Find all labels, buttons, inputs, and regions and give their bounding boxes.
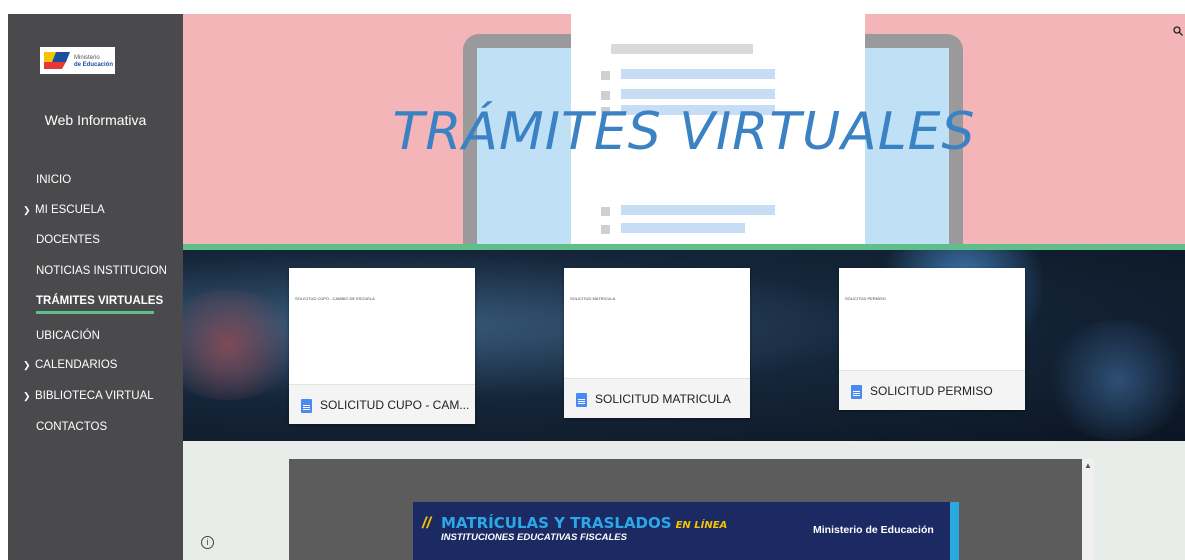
card-preview-text: SOLICITUD MATRICULA [570, 296, 616, 301]
banner-subtitle: INSTITUCIONES EDUCATIVAS FISCALES [441, 532, 627, 543]
site-title[interactable]: Web Informativa [8, 112, 183, 128]
embed-section: i ▲ // MATRÍCULAS Y TRASLADOS EN LÍNEA IN… [183, 441, 1185, 560]
doc-bullet [601, 71, 610, 80]
chevron-down-icon: ❯ [23, 360, 31, 370]
matriculas-banner: // MATRÍCULAS Y TRASLADOS EN LÍNEA INSTIT… [413, 502, 959, 560]
doc-line [621, 223, 745, 233]
embed-scrollbar[interactable]: ▲ [1082, 459, 1094, 560]
nav-item-label: BIBLIOTECA VIRTUAL [35, 390, 154, 402]
nav-item-biblioteca-virtual[interactable]: ❯ BIBLIOTECA VIRTUAL [23, 390, 154, 402]
form-card-solicitud-permiso[interactable]: SOLICITUD PERMISO SOLICITUD PERMISO [839, 268, 1025, 410]
google-docs-icon [301, 399, 312, 413]
logo-text-line-1: Ministerio [74, 55, 100, 61]
nav-item-label: CALENDARIOS [35, 359, 118, 371]
form-card-solicitud-matricula[interactable]: SOLICITUD MATRICULA SOLICITUD MATRICULA [564, 268, 750, 418]
doc-bullet [601, 91, 610, 100]
form-card-solicitud-cupo[interactable]: SOLICITUD CUPO - CAMBIO DE ESCUELA SOLIC… [289, 268, 475, 424]
nav-item-mi-escuela[interactable]: ❯ MI ESCUELA [23, 204, 105, 216]
nav-item-noticias-institucion[interactable]: NOTICIAS INSTITUCION [36, 265, 167, 277]
banner-accent-stripe [950, 502, 959, 560]
card-label: SOLICITUD CUPO - CAM... [320, 398, 470, 412]
main-content: TRÁMITES VIRTUALES SOLICITUD CUPO - CAMB… [183, 14, 1185, 560]
banner-title: MATRÍCULAS Y TRASLADOS EN LÍNEA [441, 514, 727, 532]
doc-line [621, 205, 775, 215]
card-footer: SOLICITUD PERMISO [839, 370, 1025, 410]
chevron-down-icon: ❯ [23, 391, 31, 401]
bokeh-light [1043, 320, 1185, 440]
cards-section: SOLICITUD CUPO - CAMBIO DE ESCUELA SOLIC… [183, 250, 1185, 441]
page-title: TRÁMITES VIRTUALES [392, 102, 976, 162]
top-strip [0, 0, 1185, 14]
google-docs-icon [851, 385, 862, 399]
doc-bullet [601, 225, 610, 234]
google-docs-icon [576, 393, 587, 407]
ecuador-flag-icon [44, 52, 70, 69]
doc-line [621, 89, 775, 99]
banner-title-main: MATRÍCULAS Y TRASLADOS [441, 514, 672, 532]
card-label: SOLICITUD PERMISO [870, 384, 993, 398]
nav-item-docentes[interactable]: DOCENTES [36, 234, 100, 246]
doc-bullet [601, 207, 610, 216]
chevron-down-icon: ❯ [23, 205, 31, 215]
info-icon[interactable]: i [201, 536, 214, 549]
bokeh-light [183, 290, 303, 400]
nav-item-label: MI ESCUELA [35, 204, 105, 216]
doc-heading-bar [611, 44, 753, 54]
card-preview-text: SOLICITUD CUPO - CAMBIO DE ESCUELA [295, 296, 375, 301]
sidebar: Ministerio de Educación Web Informativa … [8, 14, 183, 560]
hero-banner: TRÁMITES VIRTUALES [183, 14, 1185, 244]
nav-item-inicio[interactable]: INICIO [36, 174, 71, 186]
banner-slash-mark: // [422, 515, 431, 532]
nav-item-calendarios[interactable]: ❯ CALENDARIOS [23, 359, 117, 371]
nav-item-ubicacion[interactable]: UBICACIÓN [36, 330, 100, 342]
card-preview-text: SOLICITUD PERMISO [845, 296, 886, 301]
logo-text-line-2: de Educación [74, 62, 114, 68]
banner-ministry-text: Ministerio de Educación [813, 524, 934, 536]
banner-title-tail: EN LÍNEA [675, 520, 728, 531]
nav-item-tramites-virtuales[interactable]: TRÁMITES VIRTUALES [36, 295, 163, 307]
search-icon[interactable] [1173, 26, 1183, 36]
logo-text: Ministerio de Educación [74, 55, 113, 69]
active-nav-indicator [36, 311, 154, 314]
doc-line [621, 69, 775, 79]
card-footer: SOLICITUD MATRICULA [564, 378, 750, 418]
card-label: SOLICITUD MATRICULA [595, 392, 731, 406]
nav-item-contactos[interactable]: CONTACTOS [36, 421, 107, 433]
chevron-up-icon: ▲ [1084, 461, 1092, 470]
card-footer: SOLICITUD CUPO - CAM... [289, 384, 475, 424]
ministry-logo[interactable]: Ministerio de Educación [40, 47, 115, 74]
